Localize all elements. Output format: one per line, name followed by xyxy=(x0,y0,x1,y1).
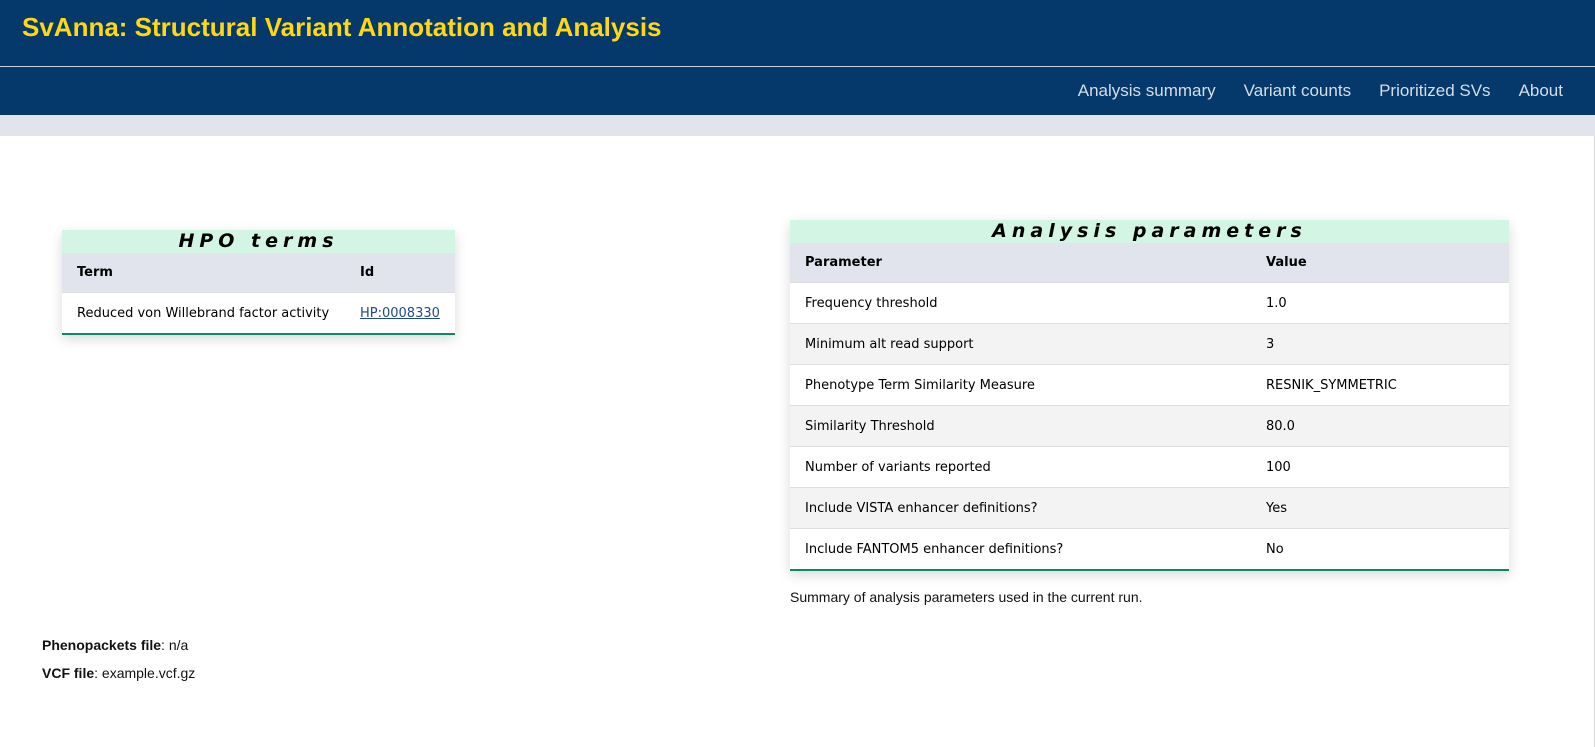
app-title: SvAnna: Structural Variant Annotation an… xyxy=(22,12,662,42)
param-value: RESNIK_SYMMETRIC xyxy=(1251,364,1509,406)
param-value: 100 xyxy=(1251,446,1509,488)
param-name: Number of variants reported xyxy=(790,446,1251,488)
nav-link-about[interactable]: About xyxy=(1519,81,1563,101)
param-name: Frequency threshold xyxy=(790,282,1251,324)
table-row: Number of variants reported 100 xyxy=(790,446,1509,488)
header-subband xyxy=(0,115,1595,136)
table-row: Include FANTOM5 enhancer definitions? No xyxy=(790,528,1509,569)
nav-link-prioritized-svs[interactable]: Prioritized SVs xyxy=(1379,81,1490,101)
vcf-file-label: VCF file xyxy=(42,665,95,681)
analysis-parameters-card: Analysis parameters Parameter Value Freq… xyxy=(790,220,1509,571)
vcf-file-line: VCF file: example.vcf.gz xyxy=(42,665,195,681)
vcf-file-value: : example.vcf.gz xyxy=(94,665,196,681)
nav-link-analysis-summary[interactable]: Analysis summary xyxy=(1078,81,1216,101)
phenopackets-file-label: Phenopackets file xyxy=(42,637,162,653)
param-value: 1.0 xyxy=(1251,282,1509,324)
table-row: Phenotype Term Similarity Measure RESNIK… xyxy=(790,364,1509,406)
nav-links: Analysis summary Variant counts Prioriti… xyxy=(1050,67,1563,115)
table-row: Reduced von Willebrand factor activity H… xyxy=(62,292,455,333)
analysis-parameters-table: Parameter Value Frequency threshold 1.0 … xyxy=(790,243,1509,569)
navbar: Analysis summary Variant counts Prioriti… xyxy=(0,67,1595,115)
analysis-parameters-title: Analysis parameters xyxy=(790,220,1509,243)
phenopackets-file-value: : n/a xyxy=(161,637,189,653)
param-value: No xyxy=(1251,528,1509,569)
table-row: Frequency threshold 1.0 xyxy=(790,282,1509,324)
hpo-term-cell: Reduced von Willebrand factor activity xyxy=(62,292,345,333)
param-name: Include FANTOM5 enhancer definitions? xyxy=(790,528,1251,569)
param-value: Yes xyxy=(1251,487,1509,529)
nav-link-variant-counts[interactable]: Variant counts xyxy=(1244,81,1351,101)
param-name: Similarity Threshold xyxy=(790,405,1251,447)
table-row: Similarity Threshold 80.0 xyxy=(790,405,1509,447)
param-name: Phenotype Term Similarity Measure xyxy=(790,364,1251,406)
phenopackets-file-line: Phenopackets file: n/a xyxy=(42,637,188,653)
app-header: SvAnna: Structural Variant Annotation an… xyxy=(0,0,1595,67)
params-col-parameter: Parameter xyxy=(790,243,1251,283)
hpo-id-link[interactable]: HP:0008330 xyxy=(360,306,440,321)
params-col-value: Value xyxy=(1251,243,1509,283)
table-row: Include VISTA enhancer definitions? Yes xyxy=(790,487,1509,529)
param-name: Minimum alt read support xyxy=(790,323,1251,365)
table-row: Minimum alt read support 3 xyxy=(790,323,1509,365)
hpo-terms-card: HPO terms Term Id Reduced von Willebrand… xyxy=(62,230,455,335)
hpo-col-term: Term xyxy=(62,253,345,293)
param-value: 3 xyxy=(1251,323,1509,365)
param-value: 80.0 xyxy=(1251,405,1509,447)
hpo-id-cell: HP:0008330 xyxy=(345,292,455,333)
param-name: Include VISTA enhancer definitions? xyxy=(790,487,1251,529)
hpo-terms-table: Term Id Reduced von Willebrand factor ac… xyxy=(62,253,455,333)
analysis-parameters-caption: Summary of analysis parameters used in t… xyxy=(790,589,1143,605)
hpo-col-id: Id xyxy=(345,253,455,293)
hpo-terms-title: HPO terms xyxy=(62,230,455,253)
